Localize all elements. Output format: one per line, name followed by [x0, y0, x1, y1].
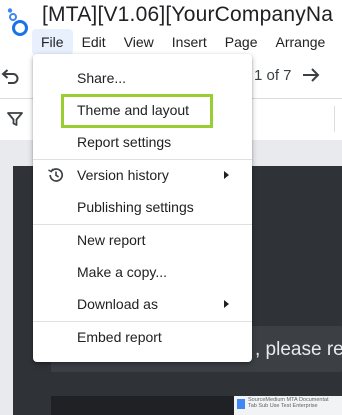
menu-item-share[interactable]: Share...	[33, 62, 252, 94]
menu-item-label: New report	[77, 232, 146, 248]
menu-insert[interactable]: Insert	[163, 29, 216, 55]
toolbar-separator	[334, 106, 335, 132]
menu-item-label: Report settings	[77, 134, 172, 150]
undo-icon[interactable]	[0, 66, 20, 86]
file-menu-dropdown: Share... Theme and layout Report setting…	[33, 54, 252, 362]
menu-page[interactable]: Page	[216, 29, 267, 55]
submenu-arrow-icon	[224, 171, 229, 179]
page-counter: 1 of 7	[254, 67, 292, 84]
menu-item-label: Embed report	[77, 329, 162, 345]
menu-item-embed-report[interactable]: Embed report	[33, 321, 252, 353]
menu-item-label: Download as	[77, 296, 158, 312]
menu-item-new-report[interactable]: New report	[33, 224, 252, 256]
menu-item-report-settings[interactable]: Report settings	[33, 126, 252, 158]
menu-view[interactable]: View	[115, 29, 163, 55]
menu-item-make-a-copy[interactable]: Make a copy...	[33, 256, 252, 288]
menu-item-label: Make a copy...	[77, 264, 168, 280]
highlight-annotation-box	[61, 94, 213, 128]
menu-item-label: Share...	[77, 70, 127, 86]
menu-item-label: Version history	[77, 167, 169, 183]
menu-edit[interactable]: Edit	[73, 29, 115, 55]
submenu-arrow-icon	[224, 300, 229, 308]
doc-thumbnail-icon	[237, 399, 245, 409]
looker-studio-logo-icon	[7, 8, 28, 36]
menu-file[interactable]: File	[32, 29, 73, 55]
menu-item-version-history[interactable]: Version history	[33, 159, 252, 191]
history-icon	[48, 168, 64, 182]
menu-arrange[interactable]: Arrange	[267, 29, 335, 55]
next-page-arrow-icon[interactable]	[300, 64, 322, 86]
menu-item-publishing-settings[interactable]: Publishing settings	[33, 191, 252, 223]
thumbnail-line: Tab Sub Use Test Enterprise	[248, 403, 318, 409]
menu-item-label: Publishing settings	[77, 199, 194, 215]
menu-item-download-as[interactable]: Download as	[33, 288, 252, 320]
document-title[interactable]: [MTA][V1.06][YourCompanyNa	[42, 3, 333, 27]
report-thumbnail: SourceMedium MTA Documentat Tab Sub Use …	[234, 396, 342, 415]
report-banner-text: , please re	[255, 339, 342, 360]
filter-icon[interactable]	[6, 110, 24, 128]
menu-bar: File Edit View Insert Page Arrange	[32, 29, 334, 55]
